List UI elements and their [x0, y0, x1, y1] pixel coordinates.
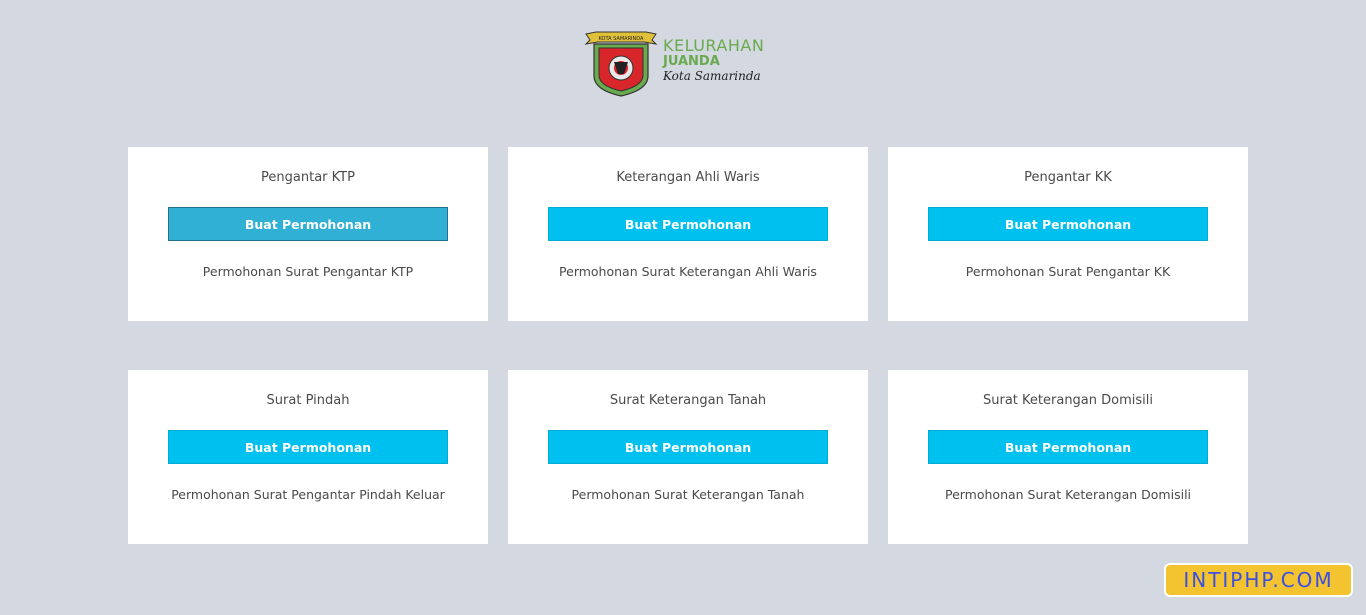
logo-text: KELURAHAN JUANDA Kota Samarinda — [663, 36, 765, 84]
card-title: Surat Keterangan Domisili — [983, 393, 1153, 408]
buat-permohonan-button[interactable]: Buat Permohonan — [548, 430, 828, 464]
card-keterangan-tanah: Surat Keterangan Tanah Buat Permohonan P… — [508, 370, 868, 544]
emblem-logo: KOTA SAMARINDA — [584, 30, 658, 98]
card-keterangan-domisili: Surat Keterangan Domisili Buat Permohona… — [888, 370, 1248, 544]
card-description: Permohonan Surat Pengantar KTP — [202, 264, 414, 279]
watermark-badge: INTIPHP.COM — [1164, 563, 1353, 597]
card-description: Permohonan Surat Pengantar KK — [965, 264, 1171, 279]
card-description: Permohonan Surat Keterangan Ahli Waris — [559, 264, 817, 279]
card-title: Surat Pindah — [266, 393, 350, 408]
card-ahli-waris: Keterangan Ahli Waris Buat Permohonan Pe… — [508, 147, 868, 321]
buat-permohonan-button[interactable]: Buat Permohonan — [928, 430, 1208, 464]
buat-permohonan-button[interactable]: Buat Permohonan — [168, 207, 448, 241]
buat-permohonan-button[interactable]: Buat Permohonan — [928, 207, 1208, 241]
site-header: KOTA SAMARINDA KELURAHAN JUANDA Kota Sam… — [584, 30, 784, 100]
card-description: Permohonan Surat Keterangan Domisili — [944, 487, 1192, 502]
card-description: Permohonan Surat Pengantar Pindah Keluar — [171, 487, 445, 502]
buat-permohonan-button[interactable]: Buat Permohonan — [168, 430, 448, 464]
card-title: Pengantar KTP — [261, 170, 355, 185]
card-description: Permohonan Surat Keterangan Tanah — [571, 487, 805, 502]
card-title: Surat Keterangan Tanah — [609, 393, 767, 408]
card-title: Keterangan Ahli Waris — [616, 170, 760, 185]
logo-kota: Kota Samarinda — [663, 69, 761, 83]
card-title: Pengantar KK — [1024, 170, 1112, 185]
buat-permohonan-button[interactable]: Buat Permohonan — [548, 207, 828, 241]
logo-juanda: JUANDA — [663, 54, 720, 69]
card-surat-pindah: Surat Pindah Buat Permohonan Permohonan … — [128, 370, 488, 544]
logo-kelurahan: KELURAHAN — [663, 36, 765, 55]
card-pengantar-kk: Pengantar KK Buat Permohonan Permohonan … — [888, 147, 1248, 321]
card-pengantar-ktp: Pengantar KTP Buat Permohonan Permohonan… — [128, 147, 488, 321]
emblem-banner-text: KOTA SAMARINDA — [599, 36, 644, 42]
